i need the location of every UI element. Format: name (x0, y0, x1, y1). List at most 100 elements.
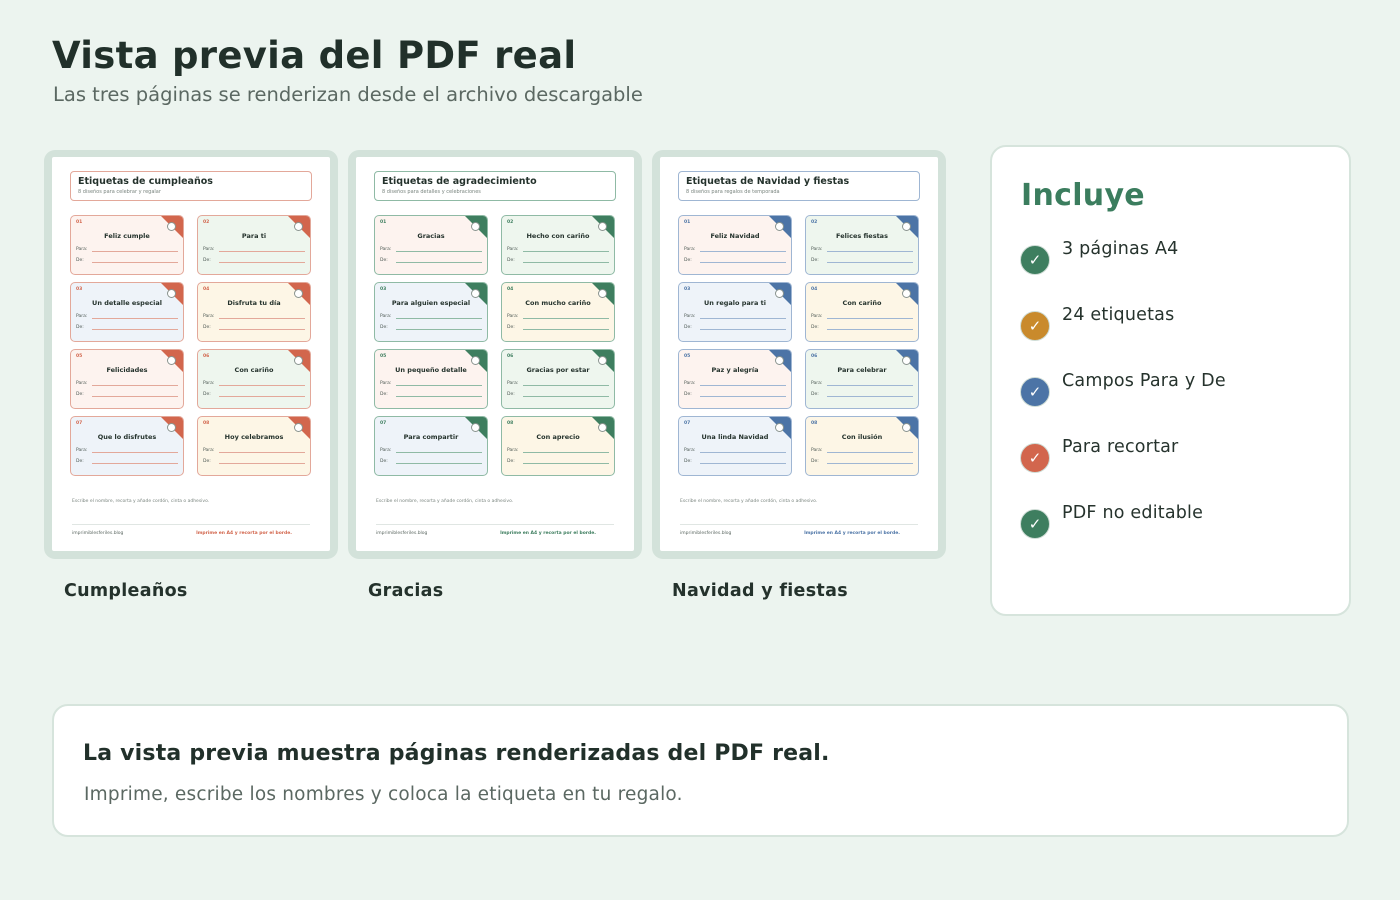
tag-grid: 01 Feliz cumple Para: De: 02 Para ti Par… (70, 215, 312, 476)
tag-hole-icon (902, 222, 911, 231)
tag-hole-icon (775, 222, 784, 231)
tag-field-label: Para: (203, 448, 215, 453)
tag-field-label: Para: (684, 314, 696, 319)
tag-field-rule (523, 251, 609, 252)
tag-field-rule (827, 329, 913, 330)
tag-field-rule (396, 318, 482, 319)
tag-hole-icon (471, 222, 480, 231)
pdf-print-note: Imprime en A4 y recorta por el borde. (500, 531, 596, 536)
includes-item-label: PDF no editable (1062, 503, 1204, 523)
tag-hole-icon (775, 356, 784, 365)
tag-field-de: De: (684, 458, 786, 464)
tag-field-label: Para: (76, 448, 88, 453)
gift-tag: 07 Una linda Navidad Para: De: (678, 416, 792, 476)
gift-tag: 02 Para ti Para: De: (197, 215, 311, 275)
tag-field-rule (827, 262, 913, 263)
tag-field-label: Para: (380, 247, 392, 252)
tag-field-label: Para: (203, 314, 215, 319)
tag-hole-icon (775, 423, 784, 432)
tag-field-rule (396, 452, 482, 453)
tag-hole-icon (167, 289, 176, 298)
tag-field-label: Para: (380, 448, 392, 453)
tag-field-label: De: (684, 325, 692, 330)
note-text: Imprime, escribe los nombres y coloca la… (84, 784, 683, 805)
pdf-footer-divider (376, 524, 614, 525)
tag-field-rule (700, 385, 786, 386)
pdf-page-title: Etiquetas de Navidad y fiestas (686, 176, 850, 187)
pdf-site-name: imprimiblesferiles.blog (376, 531, 428, 536)
pdf-instructions: Escribe el nombre, recorta y añade cordó… (72, 499, 210, 504)
gift-tag: 05 Paz y alegría Para: De: (678, 349, 792, 409)
gift-tag: 04 Con mucho cariño Para: De: (501, 282, 615, 342)
includes-item-label: Para recortar (1062, 437, 1179, 457)
tag-field-rule (523, 452, 609, 453)
tag-field-rule (523, 329, 609, 330)
page-title: Vista previa del PDF real (52, 34, 577, 77)
includes-card: Incluye ✓ 3 páginas A4 ✓ 24 etiquetas ✓ … (990, 145, 1351, 616)
pdf-page: Etiquetas de agradecimiento 8 diseños pa… (356, 157, 634, 551)
tag-field-label: De: (203, 325, 211, 330)
tag-field-rule (219, 329, 305, 330)
gift-tag: 04 Disfruta tu día Para: De: (197, 282, 311, 342)
tag-field-rule (396, 463, 482, 464)
tag-field-label: Para: (76, 314, 88, 319)
tag-field-rule (827, 452, 913, 453)
pdf-page-preview[interactable]: Etiquetas de agradecimiento 8 diseños pa… (348, 150, 642, 559)
tag-field-para: Para: (811, 313, 913, 319)
tag-field-label: Para: (507, 247, 519, 252)
tag-field-de: De: (507, 257, 609, 263)
tag-field-de: De: (76, 324, 178, 330)
tag-field-rule (219, 251, 305, 252)
pdf-instructions: Escribe el nombre, recorta y añade cordó… (680, 499, 818, 504)
pdf-footer-divider (72, 524, 310, 525)
tag-field-rule (92, 318, 178, 319)
tag-field-rule (700, 318, 786, 319)
includes-item-label: 3 páginas A4 (1062, 239, 1179, 259)
gift-tag: 01 Gracias Para: De: (374, 215, 488, 275)
tag-field-de: De: (76, 257, 178, 263)
tag-field-rule (700, 463, 786, 464)
tag-field-rule (92, 329, 178, 330)
tag-hole-icon (598, 356, 607, 365)
pdf-page-subtitle: 8 diseños para regalos de temporada (686, 189, 780, 195)
tag-field-label: De: (76, 258, 84, 263)
tag-field-de: De: (203, 391, 305, 397)
tag-field-de: De: (203, 324, 305, 330)
tag-field-rule (827, 463, 913, 464)
tag-field-label: Para: (203, 381, 215, 386)
tag-field-rule (219, 396, 305, 397)
tag-field-de: De: (684, 324, 786, 330)
tag-field-label: De: (684, 459, 692, 464)
tag-hole-icon (471, 289, 480, 298)
tag-field-rule (396, 251, 482, 252)
tag-field-para: Para: (203, 447, 305, 453)
tag-field-label: De: (203, 392, 211, 397)
tag-field-para: Para: (203, 246, 305, 252)
pdf-page-preview[interactable]: Etiquetas de cumpleaños 8 diseños para c… (44, 150, 338, 559)
tag-field-label: De: (76, 459, 84, 464)
tag-field-label: De: (811, 459, 819, 464)
tag-field-rule (523, 396, 609, 397)
tag-field-label: Para: (507, 381, 519, 386)
pdf-page-subtitle: 8 diseños para celebrar y regalar (78, 189, 161, 195)
tag-field-rule (700, 262, 786, 263)
tag-field-para: Para: (203, 380, 305, 386)
tag-field-rule (92, 251, 178, 252)
tag-field-rule (700, 396, 786, 397)
tag-field-label: De: (811, 392, 819, 397)
tag-hole-icon (598, 289, 607, 298)
pdf-page: Etiquetas de Navidad y fiestas 8 diseños… (660, 157, 938, 551)
pdf-page-subtitle: 8 diseños para detalles y celebraciones (382, 189, 481, 195)
tag-field-de: De: (380, 257, 482, 263)
tag-field-para: Para: (507, 246, 609, 252)
page-caption: Cumpleaños (64, 581, 188, 601)
gift-tag: 07 Para compartir Para: De: (374, 416, 488, 476)
tag-field-de: De: (507, 391, 609, 397)
tag-field-de: De: (380, 391, 482, 397)
pdf-page-preview[interactable]: Etiquetas de Navidad y fiestas 8 diseños… (652, 150, 946, 559)
tag-field-de: De: (76, 391, 178, 397)
gift-tag: 07 Que lo disfrutes Para: De: (70, 416, 184, 476)
tag-field-para: Para: (76, 447, 178, 453)
tag-field-para: Para: (76, 246, 178, 252)
tag-field-label: De: (811, 325, 819, 330)
